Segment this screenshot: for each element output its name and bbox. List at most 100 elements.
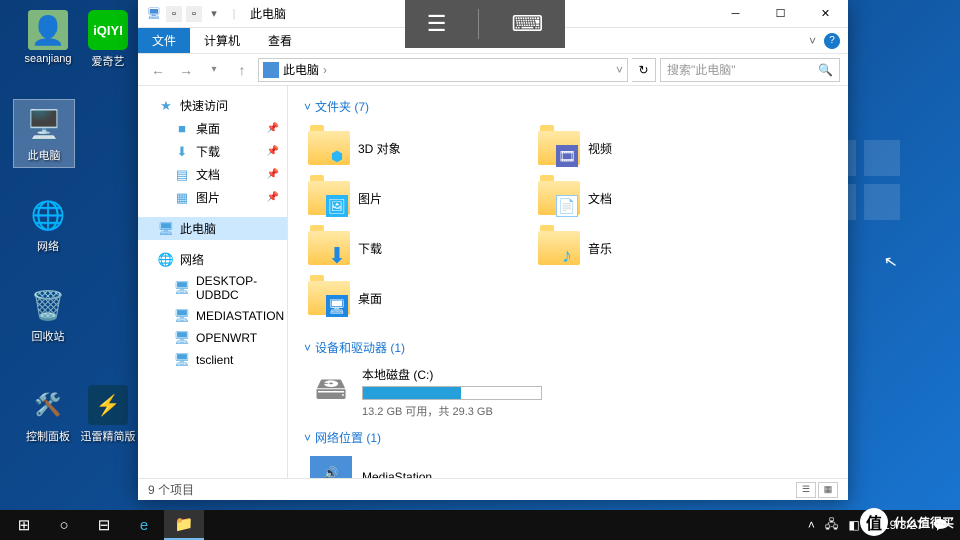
desktop-icon-thunder[interactable]: ⚡ 迅雷精简版 bbox=[78, 385, 138, 444]
taskbar-ie[interactable]: e bbox=[124, 510, 164, 540]
view-icons-button[interactable]: ▦ bbox=[818, 482, 838, 498]
close-button[interactable]: ✕ bbox=[803, 0, 848, 28]
watermark-icon: 值 bbox=[860, 508, 888, 536]
computer-icon: 🖥 bbox=[174, 330, 190, 346]
sidebar-item-network-pc[interactable]: 🖥OPENWRT bbox=[138, 327, 287, 349]
desktop-icon-control[interactable]: 🛠️ 控制面板 bbox=[18, 385, 78, 444]
maximize-button[interactable]: ☐ bbox=[758, 0, 803, 28]
sidebar-item-label: 快速访问 bbox=[180, 97, 228, 114]
pc-small-icon: 🖥 bbox=[146, 6, 162, 22]
group-devices[interactable]: ˅ 设备和驱动器 (1) bbox=[304, 335, 832, 360]
folder-documents[interactable]: 📄文档 bbox=[534, 173, 764, 223]
hamburger-icon[interactable]: ☰ bbox=[415, 11, 459, 37]
nav-up-button[interactable]: ↑ bbox=[230, 58, 254, 82]
sidebar-item-documents[interactable]: ▤文档📌 bbox=[138, 163, 287, 186]
address-bar[interactable]: 此电脑 › ˅ bbox=[258, 58, 628, 82]
sidebar-item-label: tsclient bbox=[196, 353, 233, 367]
folder-label: 3D 对象 bbox=[358, 140, 401, 157]
minimize-button[interactable]: ─ bbox=[713, 0, 758, 28]
sidebar-quick-access[interactable]: ★ 快速访问 bbox=[138, 94, 287, 117]
ribbon-tab-view[interactable]: 查看 bbox=[254, 28, 306, 53]
pin-icon: 📌 bbox=[267, 123, 279, 134]
remote-toolbar: ☰ ⌨ bbox=[405, 0, 565, 48]
view-details-button[interactable]: ☰ bbox=[796, 482, 816, 498]
drive-name: 本地磁盘 (C:) bbox=[362, 366, 558, 383]
desktop-icon-network[interactable]: 🌐 网络 bbox=[18, 195, 78, 254]
nav-back-button[interactable]: ← bbox=[146, 58, 170, 82]
chevron-down-icon: ˅ bbox=[304, 341, 311, 355]
drive-usage-text: 13.2 GB 可用，共 29.3 GB bbox=[362, 403, 558, 419]
sidebar-item-network-pc[interactable]: 🖥MEDIASTATION bbox=[138, 305, 287, 327]
drive-icon: 🖴 bbox=[310, 372, 352, 414]
ribbon-expand-icon[interactable]: ˅ bbox=[809, 34, 816, 48]
folder-3d-objects[interactable]: ⬢ 3D 对象 bbox=[304, 123, 534, 173]
sidebar-item-pictures[interactable]: ▦图片📌 bbox=[138, 186, 287, 209]
folder-label: 视频 bbox=[588, 140, 612, 157]
qat-icon[interactable]: ▫ bbox=[166, 6, 182, 22]
user-icon: 👤 bbox=[28, 10, 68, 50]
desktop-icon-recycle[interactable]: 🗑️ 回收站 bbox=[18, 285, 78, 344]
qat-dropdown-icon[interactable]: ▾ bbox=[206, 6, 222, 22]
group-network[interactable]: ˅网络位置 (1) bbox=[304, 425, 832, 450]
addr-dropdown-icon[interactable]: ˅ bbox=[616, 63, 623, 77]
watermark-text: 什么值得买 bbox=[894, 514, 954, 531]
ribbon-tab-computer[interactable]: 计算机 bbox=[190, 28, 254, 53]
tray-up-icon[interactable]: ˄ bbox=[808, 518, 815, 532]
folder-music[interactable]: ♪音乐 bbox=[534, 223, 764, 273]
desktop-icon-iqiyi[interactable]: iQIYI 爱奇艺 bbox=[78, 10, 138, 69]
ribbon-tab-file[interactable]: 文件 bbox=[138, 28, 190, 53]
cursor-icon: ↖ bbox=[882, 251, 899, 273]
keyboard-icon[interactable]: ⌨ bbox=[499, 11, 555, 37]
sidebar-item-network-pc[interactable]: 🖥DESKTOP-UDBDC bbox=[138, 271, 287, 305]
search-icon[interactable]: 🔍 bbox=[818, 63, 833, 77]
search-button[interactable]: ○ bbox=[44, 510, 84, 540]
computer-icon: 🖥 bbox=[174, 308, 190, 324]
breadcrumb[interactable]: 此电脑 bbox=[283, 61, 319, 78]
pin-icon: 📌 bbox=[267, 146, 279, 157]
desktop-icon-thispc[interactable]: 🖥️ 此电脑 bbox=[14, 100, 74, 167]
desktop-icon: ■ bbox=[174, 121, 190, 137]
tray-network-icon[interactable]: 🖧 bbox=[825, 515, 838, 536]
tray-ime-icon[interactable]: ◧ bbox=[848, 518, 859, 532]
network-location[interactable]: 🔊Synology MediaStation bbox=[304, 450, 832, 478]
taskview-button[interactable]: ⊟ bbox=[84, 510, 124, 540]
sidebar-item-label: DESKTOP-UDBDC bbox=[196, 274, 279, 302]
group-label: 文件夹 (7) bbox=[315, 98, 369, 115]
sidebar-item-desktop[interactable]: ■ 桌面 📌 bbox=[138, 117, 287, 140]
star-icon: ★ bbox=[158, 98, 174, 114]
sidebar-item-label: 桌面 bbox=[196, 120, 220, 137]
pin-icon: 📌 bbox=[267, 169, 279, 180]
sidebar-item-network-pc[interactable]: 🖥tsclient bbox=[138, 349, 287, 371]
cube-icon: ⬢ bbox=[326, 145, 348, 167]
folder-pictures[interactable]: 🖼图片 bbox=[304, 173, 534, 223]
nav-forward-button[interactable]: → bbox=[174, 58, 198, 82]
folder-downloads[interactable]: ⬇下载 bbox=[304, 223, 534, 273]
network-icon: 🌐 bbox=[28, 195, 68, 235]
desktop-icon-label: 爱奇艺 bbox=[78, 53, 138, 69]
explorer-window: 🖥 ▫ ▫ ▾ | 此电脑 ─ ☐ ✕ 文件 计算机 查看 ˅ ? ← bbox=[138, 0, 848, 500]
qat-icon[interactable]: ▫ bbox=[186, 6, 202, 22]
group-folders[interactable]: ˅文件夹 (7) bbox=[304, 94, 832, 119]
sidebar-item-network[interactable]: 🌐网络 bbox=[138, 248, 287, 271]
sidebar-item-thispc[interactable]: 🖥此电脑 bbox=[138, 217, 287, 240]
group-label: 网络位置 (1) bbox=[315, 429, 381, 446]
folder-desktop[interactable]: 🖥桌面 bbox=[304, 273, 534, 323]
group-label: 设备和驱动器 (1) bbox=[315, 339, 405, 356]
desktop-icon-label: 控制面板 bbox=[18, 428, 78, 444]
desktop-icon-label: 此电脑 bbox=[18, 147, 70, 163]
taskbar-explorer[interactable]: 📁 bbox=[164, 510, 204, 540]
nas-icon: 🔊Synology bbox=[310, 456, 352, 478]
drive-c[interactable]: 🖴 本地磁盘 (C:) 13.2 GB 可用，共 29.3 GB bbox=[304, 360, 564, 425]
navbar: ← → ▾ ↑ 此电脑 › ˅ ↻ 搜索"此电脑" 🔍 bbox=[138, 54, 848, 86]
folder-videos[interactable]: 🎞视频 bbox=[534, 123, 764, 173]
search-input[interactable]: 搜索"此电脑" 🔍 bbox=[660, 58, 840, 82]
desktop-icon-user[interactable]: 👤 seanjiang bbox=[18, 10, 78, 65]
help-icon[interactable]: ? bbox=[824, 33, 840, 49]
start-button[interactable]: ⊞ bbox=[4, 510, 44, 540]
refresh-button[interactable]: ↻ bbox=[632, 58, 656, 82]
desktop-icon-label: seanjiang bbox=[18, 53, 78, 65]
nav-recent-button[interactable]: ▾ bbox=[202, 58, 226, 82]
sidebar-item-label: 文档 bbox=[196, 166, 220, 183]
drive-usage-bar bbox=[362, 386, 542, 400]
sidebar-item-downloads[interactable]: ⬇下载📌 bbox=[138, 140, 287, 163]
